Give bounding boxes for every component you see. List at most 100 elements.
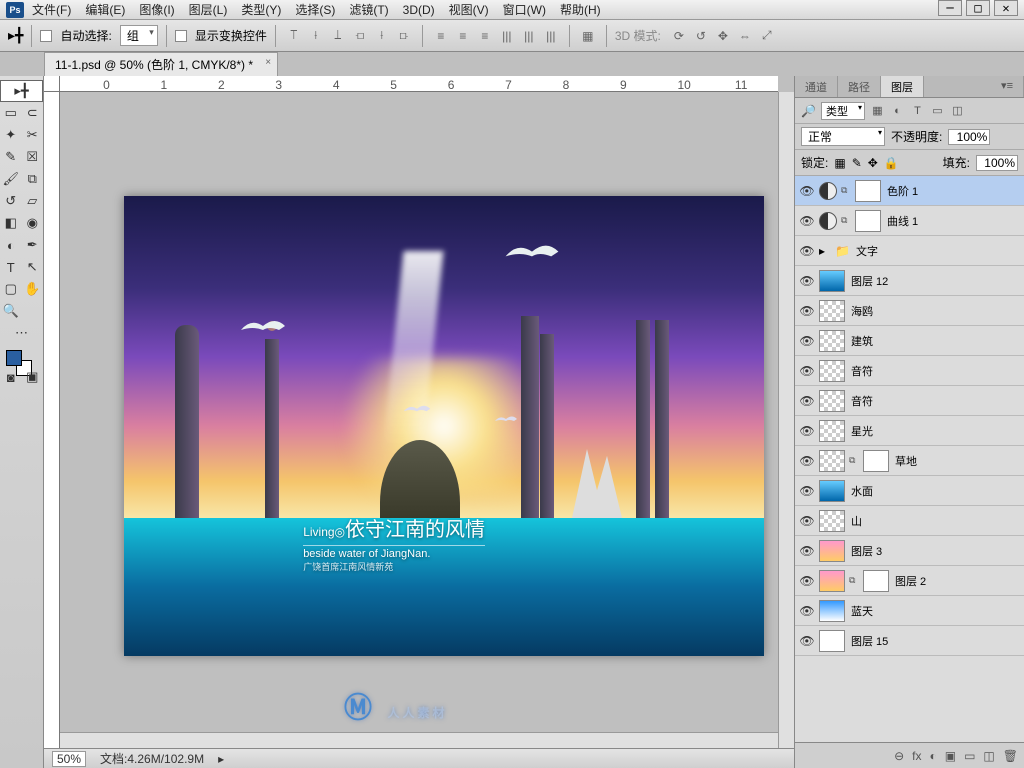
layer-row[interactable]: 👁 音符 <box>795 386 1024 416</box>
layer-thumb[interactable] <box>819 420 845 442</box>
layer-row[interactable]: 👁⧉色阶 1 <box>795 176 1024 206</box>
layer-name[interactable]: 音符 <box>849 393 1020 409</box>
group-expand-icon[interactable]: ▸ <box>819 244 831 258</box>
align-vmid-icon[interactable]: ⟊ <box>306 27 326 45</box>
layer-thumb[interactable] <box>819 630 845 652</box>
brush-tool[interactable]: 🖌 <box>0 168 22 190</box>
lock-position-icon[interactable]: ✥ <box>868 156 878 170</box>
layer-mask-icon[interactable]: ◐ <box>929 749 936 763</box>
link-layers-icon[interactable]: ⊖ <box>894 749 904 763</box>
eraser-tool[interactable]: ▱ <box>22 190 44 212</box>
layer-name[interactable]: 音符 <box>849 363 1020 379</box>
layer-row[interactable]: 👁 图层 15 <box>795 626 1024 656</box>
visibility-icon[interactable]: 👁 <box>799 244 815 258</box>
layer-name[interactable]: 星光 <box>849 423 1020 439</box>
menu-3d[interactable]: 3D(D) <box>403 3 435 17</box>
layer-thumb[interactable] <box>819 270 845 292</box>
layer-name[interactable]: 图层 2 <box>893 573 1020 589</box>
layer-row[interactable]: 👁蓝天 <box>795 596 1024 626</box>
shape-tool[interactable]: ▢ <box>0 278 22 300</box>
menu-image[interactable]: 图像(I) <box>139 1 174 18</box>
layer-thumb[interactable] <box>819 450 845 472</box>
menu-type[interactable]: 类型(Y) <box>241 1 281 18</box>
align-right-icon[interactable]: ⟥ <box>394 27 414 45</box>
lock-trans-icon[interactable]: ▦ <box>834 156 845 170</box>
visibility-icon[interactable]: 👁 <box>799 274 815 288</box>
layer-fx-icon[interactable]: fx <box>912 749 921 763</box>
ruler-vertical[interactable] <box>44 92 60 748</box>
menu-select[interactable]: 选择(S) <box>295 1 335 18</box>
zoom-field[interactable]: 50% <box>52 751 86 767</box>
blur-tool[interactable]: ◉ <box>22 212 44 234</box>
layer-name[interactable]: 图层 15 <box>849 633 1020 649</box>
align-top-icon[interactable]: ⟙ <box>284 27 304 45</box>
layer-thumb[interactable] <box>819 480 845 502</box>
layer-thumb[interactable] <box>819 360 845 382</box>
doc-info-menu-icon[interactable]: ▸ <box>218 752 224 766</box>
history-brush-tool[interactable]: ↺ <box>0 190 22 212</box>
3d-roll-icon[interactable]: ↺ <box>691 27 711 45</box>
layer-thumb[interactable] <box>819 600 845 622</box>
window-close[interactable]: ✕ <box>994 0 1018 16</box>
visibility-icon[interactable]: 👁 <box>799 634 815 648</box>
visibility-icon[interactable]: 👁 <box>799 454 815 468</box>
auto-select-target[interactable]: 组 <box>120 25 158 46</box>
close-tab-icon[interactable]: × <box>265 57 271 68</box>
layer-thumb[interactable] <box>819 570 845 592</box>
menu-filter[interactable]: 滤镜(T) <box>349 1 388 18</box>
layer-name[interactable]: 草地 <box>893 453 1020 469</box>
layer-thumb[interactable] <box>819 330 845 352</box>
3d-scale-icon[interactable]: ⤢ <box>757 27 777 45</box>
pen-tool[interactable]: ✒ <box>22 234 44 256</box>
visibility-icon[interactable]: 👁 <box>799 424 815 438</box>
menu-help[interactable]: 帮助(H) <box>560 1 601 18</box>
layer-mask-thumb[interactable] <box>855 210 881 232</box>
layer-name[interactable]: 色阶 1 <box>885 183 1020 199</box>
filter-shape-icon[interactable]: ▭ <box>930 103 945 118</box>
hand-tool[interactable]: ✋ <box>22 278 44 300</box>
layer-name[interactable]: 水面 <box>849 483 1020 499</box>
layer-name[interactable]: 建筑 <box>849 333 1020 349</box>
visibility-icon[interactable]: 👁 <box>799 214 815 228</box>
layer-row[interactable]: 👁⧉草地 <box>795 446 1024 476</box>
visibility-icon[interactable]: 👁 <box>799 184 815 198</box>
edit-toolbar[interactable]: ⋯ <box>0 322 43 344</box>
visibility-icon[interactable]: 👁 <box>799 394 815 408</box>
visibility-icon[interactable]: 👁 <box>799 574 815 588</box>
ruler-horizontal[interactable]: 0 1 2 3 4 5 6 7 8 9 10 11 <box>60 76 778 92</box>
filter-smart-icon[interactable]: ◫ <box>950 103 965 118</box>
3d-slide-icon[interactable]: ⇔ <box>735 27 755 45</box>
wand-tool[interactable]: ✦ <box>0 124 22 146</box>
layer-name[interactable]: 文字 <box>854 243 1020 259</box>
crop-tool[interactable]: ✂ <box>22 124 44 146</box>
layer-row[interactable]: 👁⧉图层 2 <box>795 566 1024 596</box>
visibility-icon[interactable]: 👁 <box>799 544 815 558</box>
lock-pixels-icon[interactable]: ✎ <box>852 156 862 170</box>
menu-layer[interactable]: 图层(L) <box>189 1 228 18</box>
document-tab[interactable]: 11-1.psd @ 50% (色阶 1, CMYK/8*) * × <box>44 52 278 76</box>
stamp-tool[interactable]: ⧉ <box>22 168 44 190</box>
delete-layer-icon[interactable]: 🗑 <box>1003 749 1018 763</box>
layer-row[interactable]: 👁 星光 <box>795 416 1024 446</box>
type-tool[interactable]: T <box>0 256 22 278</box>
lock-all-icon[interactable]: 🔒 <box>884 156 899 170</box>
filter-type-select[interactable]: 类型 <box>821 102 865 120</box>
dist-right-icon[interactable]: ||| <box>541 27 561 45</box>
filter-text-icon[interactable]: T <box>910 103 925 118</box>
scrollbar-horizontal[interactable] <box>60 732 778 748</box>
layer-row[interactable]: 👁图层 12 <box>795 266 1024 296</box>
visibility-icon[interactable]: 👁 <box>799 484 815 498</box>
menu-edit[interactable]: 编辑(E) <box>85 1 125 18</box>
fill-field[interactable]: 100% <box>976 155 1018 171</box>
align-left-icon[interactable]: ⟤ <box>350 27 370 45</box>
gradient-tool[interactable]: ◧ <box>0 212 22 234</box>
layer-thumb[interactable] <box>819 390 845 412</box>
filter-adjust-icon[interactable]: ◐ <box>890 103 905 118</box>
dist-vmid-icon[interactable]: ≡ <box>453 27 473 45</box>
eyedropper-tool[interactable]: ✎ <box>0 146 22 168</box>
window-maximize[interactable]: □ <box>966 0 990 16</box>
document-canvas[interactable]: Living◎依守江南的风情 beside water of JiangNan.… <box>124 196 764 656</box>
layer-mask-thumb[interactable] <box>863 450 889 472</box>
blend-mode-select[interactable]: 正常 <box>801 127 885 146</box>
healing-tool[interactable]: ☒ <box>22 146 44 168</box>
